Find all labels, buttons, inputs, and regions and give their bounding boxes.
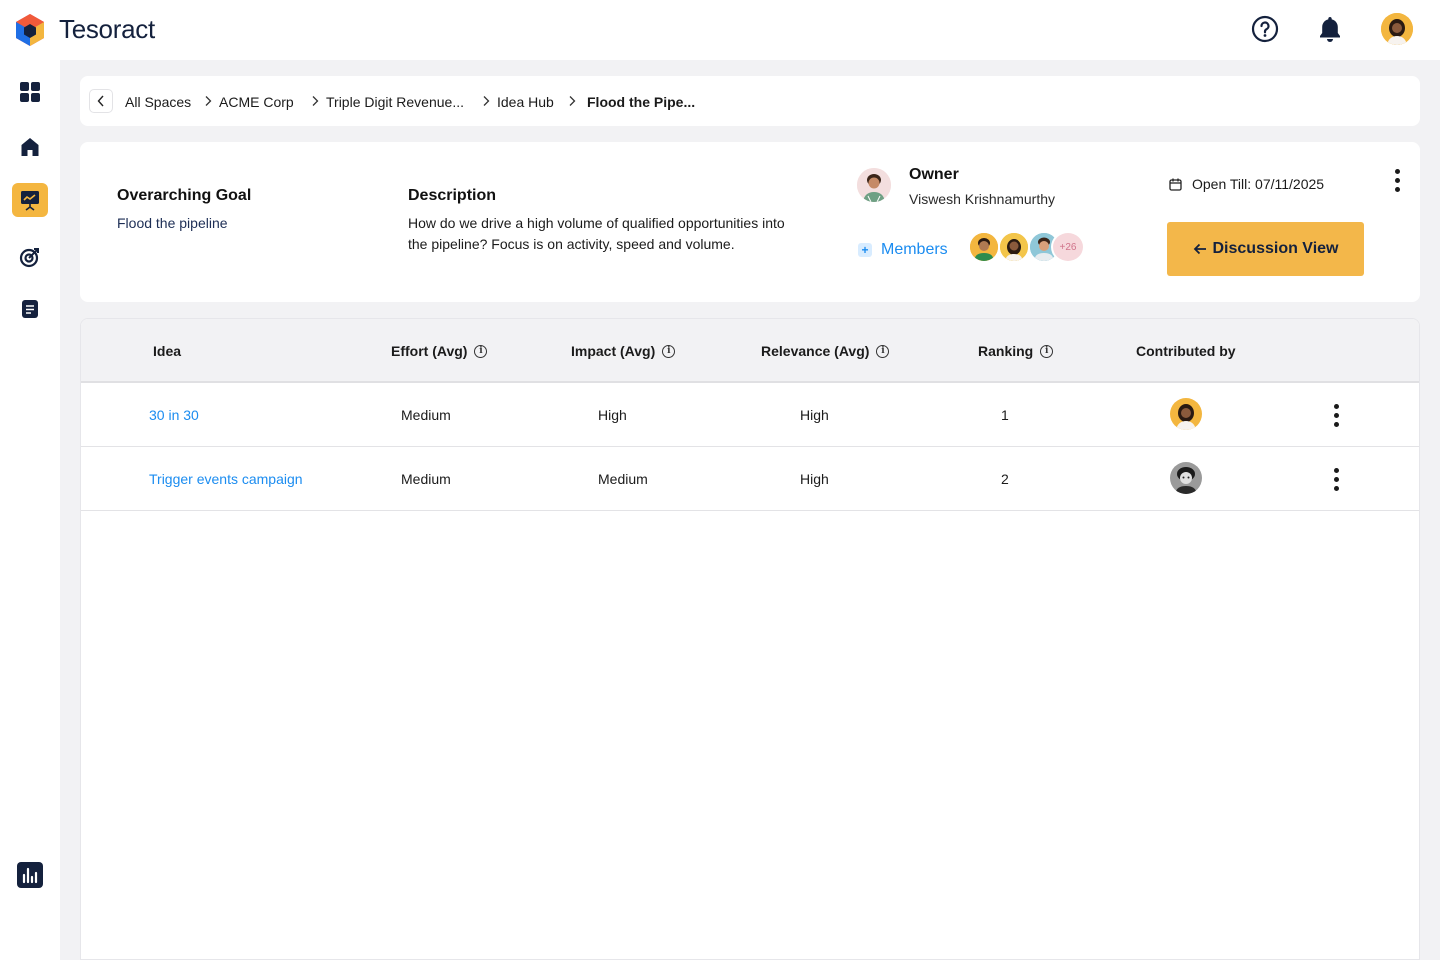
relevance-value: High <box>800 407 829 423</box>
bell-icon[interactable] <box>1314 13 1346 45</box>
idea-link[interactable]: Trigger events campaign <box>149 470 303 488</box>
owner-avatar <box>857 168 891 202</box>
owner-name: Viswesh Krishnamurthy <box>909 191 1056 207</box>
column-header-effort[interactable]: Effort (Avg) i <box>391 342 488 360</box>
impact-value: High <box>598 407 627 423</box>
sidebar-item-analytics[interactable] <box>12 858 48 892</box>
description-label: Description <box>408 187 497 204</box>
user-avatar[interactable] <box>1381 13 1413 45</box>
open-till-text: Open Till: 07/11/2025 <box>1192 176 1325 192</box>
info-icon[interactable]: i <box>876 344 890 358</box>
column-header-impact[interactable]: Impact (Avg) i <box>571 342 676 360</box>
idea-link[interactable]: 30 in 30 <box>149 406 199 424</box>
discussion-view-button[interactable]: Discussion View <box>1167 222 1364 276</box>
ranking-value: 1 <box>1001 407 1009 423</box>
relevance-value: High <box>800 471 829 487</box>
description-value: How do we drive a high volume of qualifi… <box>408 215 785 252</box>
chevron-right-icon <box>312 96 319 106</box>
chevron-right-icon <box>569 96 576 106</box>
brand-name: Tesoract <box>59 14 155 44</box>
row-menu-kebab-icon[interactable] <box>1326 399 1346 431</box>
table-row[interactable]: 30 in 30 Medium High High 1 <box>81 383 1419 447</box>
owner-label: Owner <box>909 166 959 183</box>
contributor-avatar[interactable] <box>1170 398 1202 430</box>
top-bar: Tesoract <box>0 0 1440 60</box>
table-row[interactable]: Trigger events campaign Medium Medium Hi… <box>81 447 1419 511</box>
effort-value: Medium <box>401 407 451 423</box>
breadcrumb-all-spaces[interactable]: All Spaces <box>125 94 191 111</box>
sidebar-item-goals[interactable] <box>12 240 48 274</box>
ranking-value: 2 <box>1001 471 1009 487</box>
sidebar-item-dashboard[interactable] <box>12 75 48 109</box>
table-header: Idea Effort (Avg) i Impact (Avg) i Relevan… <box>81 319 1419 383</box>
help-icon[interactable] <box>1249 13 1281 45</box>
goal-value: Flood the pipeline <box>117 215 228 231</box>
member-avatar[interactable] <box>998 231 1030 263</box>
column-header-idea[interactable]: Idea <box>153 342 181 360</box>
analytics-icon <box>17 862 43 888</box>
member-avatar[interactable] <box>968 231 1000 263</box>
members-more-count[interactable]: +26 <box>1051 231 1085 263</box>
info-icon[interactable]: i <box>474 344 488 358</box>
column-header-contributed-by: Contributed by <box>1136 343 1236 359</box>
column-header-relevance[interactable]: Relevance (Avg) i <box>761 342 890 360</box>
column-header-ranking[interactable]: Ranking i <box>978 342 1054 360</box>
arrow-left-icon <box>1193 243 1206 255</box>
info-icon[interactable]: i <box>662 344 676 358</box>
members-label: Members <box>881 241 948 258</box>
plus-icon: + <box>858 243 872 257</box>
dashboard-icon <box>20 82 40 102</box>
impact-value: Medium <box>598 471 648 487</box>
presentation-icon <box>21 191 39 211</box>
kebab-icon[interactable] <box>1387 164 1407 196</box>
target-icon <box>19 248 39 268</box>
back-button[interactable] <box>89 89 113 113</box>
breadcrumb: All Spaces ACME Corp Triple Digit Revenu… <box>80 76 1420 126</box>
document-icon <box>22 300 38 318</box>
logo-icon[interactable] <box>14 13 46 47</box>
row-menu-kebab-icon[interactable] <box>1326 463 1346 495</box>
members-button[interactable]: + Members <box>858 240 948 260</box>
discussion-view-label: Discussion View <box>1212 240 1339 257</box>
goal-info-card: Overarching Goal Flood the pipeline Desc… <box>80 142 1420 302</box>
info-icon[interactable]: i <box>1040 344 1054 358</box>
goal-label: Overarching Goal <box>117 187 252 204</box>
chevron-right-icon <box>483 96 490 106</box>
breadcrumb-idea-hub[interactable]: Idea Hub <box>497 94 554 111</box>
chevron-left-icon <box>97 95 104 107</box>
open-till: Open Till: 07/11/2025 <box>1169 175 1324 193</box>
contributor-avatar[interactable] <box>1170 462 1202 494</box>
sidebar <box>0 60 60 960</box>
effort-value: Medium <box>401 471 451 487</box>
breadcrumb-current: Flood the Pipe... <box>587 94 696 110</box>
sidebar-item-documents[interactable] <box>12 292 48 326</box>
breadcrumb-acme-corp[interactable]: ACME Corp <box>219 94 294 111</box>
calendar-icon <box>1169 178 1182 191</box>
breadcrumb-triple-digit-revenue[interactable]: Triple Digit Revenue... <box>326 94 464 111</box>
sidebar-item-home[interactable] <box>12 130 48 164</box>
home-icon <box>21 138 39 156</box>
sidebar-item-presentations[interactable] <box>12 183 48 217</box>
chevron-right-icon <box>205 96 212 106</box>
ideas-table: Idea Effort (Avg) i Impact (Avg) i Relevan… <box>80 318 1420 960</box>
